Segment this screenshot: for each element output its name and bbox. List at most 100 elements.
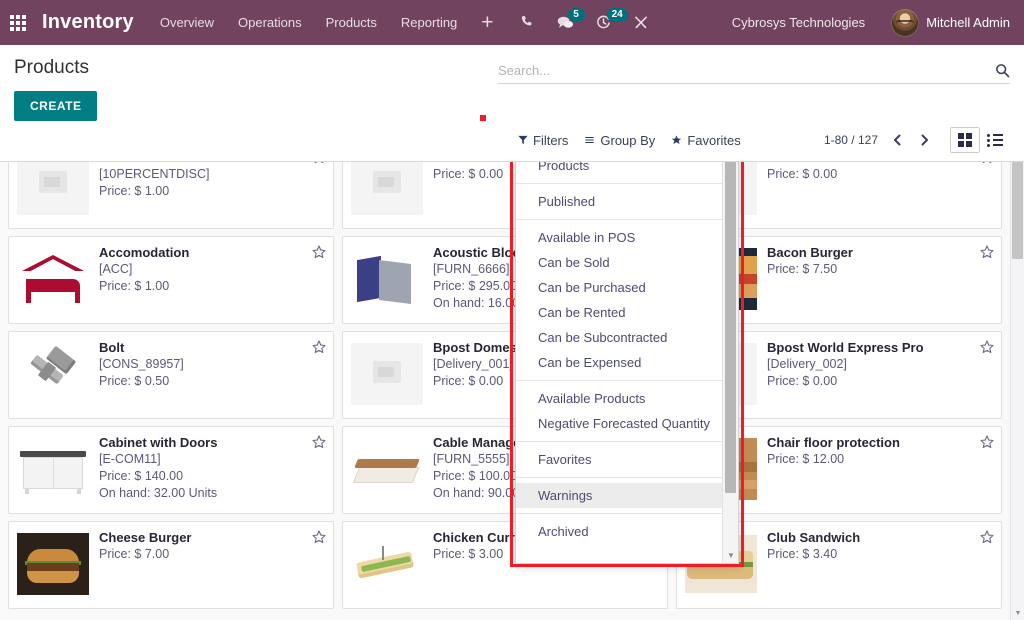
- kanban-board: 10.0% discount on total amount[10PERCENT…: [0, 135, 1010, 620]
- product-price: Price: $ 140.00: [99, 468, 325, 485]
- filter-item-available-products[interactable]: Available Products: [516, 386, 722, 411]
- filter-item-can-be-rented[interactable]: Can be Rented: [516, 300, 722, 325]
- pager-previous-icon[interactable]: [890, 133, 905, 147]
- favorite-star-icon[interactable]: [980, 340, 994, 359]
- search-bar[interactable]: [498, 63, 1010, 84]
- product-code: [ACC]: [99, 261, 325, 278]
- page-scrollbar-thumb[interactable]: [1012, 151, 1023, 259]
- nav-menu-operations[interactable]: Operations: [238, 15, 302, 30]
- product-price: Price: $ 0.00: [767, 373, 993, 390]
- page-scrollbar[interactable]: ▲ ▼: [1010, 135, 1024, 620]
- favorites-button[interactable]: Favorites: [663, 129, 748, 152]
- dropdown-scrollbar-thumb[interactable]: [725, 141, 736, 493]
- product-code: [CONS_89957]: [99, 356, 325, 373]
- filter-item-can-be-subcontracted[interactable]: Can be Subcontracted: [516, 325, 722, 350]
- filter-item-available-in-pos[interactable]: Available in POS: [516, 225, 722, 250]
- product-card[interactable]: Cabinet with Doors[E-COM11]Price: $ 140.…: [8, 426, 334, 514]
- filter-item-favorites[interactable]: Favorites: [516, 447, 722, 472]
- user-name: Mitchell Admin: [926, 15, 1010, 30]
- user-menu[interactable]: Mitchell Admin: [891, 9, 1010, 37]
- product-card[interactable]: Bolt[CONS_89957]Price: $ 0.50: [8, 331, 334, 419]
- top-navbar: Inventory Overview Operations Products R…: [0, 0, 1024, 45]
- dropdown-scrollbar[interactable]: ▲ ▼: [722, 123, 738, 563]
- messages-icon[interactable]: 5: [557, 15, 574, 30]
- nav-menu-reporting[interactable]: Reporting: [401, 15, 457, 30]
- product-card[interactable]: Accomodation[ACC]Price: $ 1.00: [8, 236, 334, 324]
- product-image: [349, 245, 425, 313]
- product-price: Price: $ 1.00: [99, 278, 325, 295]
- favorite-star-icon[interactable]: [980, 245, 994, 264]
- list-icon: [987, 134, 1003, 147]
- list-view-button[interactable]: [980, 127, 1010, 153]
- product-card[interactable]: Cheese BurgerPrice: $ 7.00: [8, 521, 334, 609]
- filters-dropdown[interactable]: ServicesProductsPublishedAvailable in PO…: [515, 122, 739, 564]
- nav-menu-products[interactable]: Products: [326, 15, 377, 30]
- favorite-star-icon[interactable]: [980, 530, 994, 549]
- favorites-label: Favorites: [687, 133, 740, 148]
- product-code: [10PERCENTDISC]: [99, 166, 325, 183]
- dropdown-separator: [516, 441, 722, 442]
- kanban-view-button[interactable]: [950, 127, 980, 153]
- pager-next-icon[interactable]: [917, 133, 932, 147]
- create-button[interactable]: CREATE: [14, 91, 97, 121]
- filters-button[interactable]: Filters: [510, 129, 576, 152]
- product-name: Cabinet with Doors: [99, 435, 325, 451]
- product-name: Cheese Burger: [99, 530, 325, 546]
- filter-item-can-be-purchased[interactable]: Can be Purchased: [516, 275, 722, 300]
- filter-item-negative-forecasted-quantity[interactable]: Negative Forecasted Quantity: [516, 411, 722, 436]
- dropdown-scroll-down-icon[interactable]: ▼: [723, 547, 739, 563]
- avatar: [891, 9, 919, 37]
- favorite-star-icon[interactable]: [312, 245, 326, 264]
- filter-item-archived[interactable]: Archived: [516, 519, 722, 544]
- filter-item-can-be-expensed[interactable]: Can be Expensed: [516, 350, 722, 375]
- favorite-star-icon[interactable]: [312, 340, 326, 359]
- product-image: [15, 530, 91, 598]
- search-input[interactable]: [498, 63, 995, 78]
- kanban-icon: [958, 133, 972, 147]
- product-price: Price: $ 3.40: [767, 546, 993, 563]
- dropdown-separator: [516, 219, 722, 220]
- product-name: Accomodation: [99, 245, 325, 261]
- dropdown-separator: [516, 477, 722, 478]
- product-image: [349, 340, 425, 408]
- phone-icon[interactable]: [520, 15, 535, 30]
- group-by-button[interactable]: Group By: [576, 129, 663, 152]
- product-price: Price: $ 1.00: [99, 183, 325, 200]
- filter-item-warnings[interactable]: Warnings: [516, 483, 722, 508]
- kanban-column-1: 10.0% discount on total amount[10PERCENT…: [8, 141, 334, 620]
- filters-label: Filters: [533, 133, 568, 148]
- product-price: Price: $ 12.00: [767, 451, 993, 468]
- add-menu-plus-icon[interactable]: +: [481, 12, 493, 33]
- page-title: Products: [14, 57, 97, 79]
- group-by-label: Group By: [600, 133, 655, 148]
- product-image: [15, 340, 91, 408]
- nav-menu-overview[interactable]: Overview: [160, 15, 214, 30]
- apps-grid-icon[interactable]: [10, 15, 26, 31]
- favorite-star-icon[interactable]: [312, 530, 326, 549]
- product-name: Club Sandwich: [767, 530, 993, 546]
- favorite-star-icon[interactable]: [980, 435, 994, 454]
- product-name: Bacon Burger: [767, 245, 993, 261]
- app-brand-inventory[interactable]: Inventory: [42, 11, 134, 34]
- product-image: [349, 530, 425, 598]
- tools-icon[interactable]: [633, 15, 649, 30]
- product-price: Price: $ 7.00: [99, 546, 325, 563]
- scroll-down-icon[interactable]: ▼: [1011, 606, 1024, 620]
- search-icon[interactable]: [995, 63, 1010, 78]
- filter-item-can-be-sold[interactable]: Can be Sold: [516, 250, 722, 275]
- activities-clock-icon[interactable]: 24: [596, 15, 611, 30]
- product-code: [E-COM11]: [99, 451, 325, 468]
- favorite-star-icon[interactable]: [312, 435, 326, 454]
- product-image: [15, 245, 91, 313]
- star-icon: [671, 135, 682, 146]
- company-name[interactable]: Cybrosys Technologies: [732, 15, 865, 30]
- filters-dropdown-list: ServicesProductsPublishedAvailable in PO…: [516, 123, 722, 563]
- product-name: Bpost World Express Pro: [767, 340, 993, 356]
- product-name: Bolt: [99, 340, 325, 356]
- filter-item-published[interactable]: Published: [516, 189, 722, 214]
- product-image: [349, 435, 425, 503]
- dropdown-separator: [516, 380, 722, 381]
- product-code: [Delivery_002]: [767, 356, 993, 373]
- list-lines-icon: [584, 135, 595, 145]
- view-switcher: [950, 127, 1010, 153]
